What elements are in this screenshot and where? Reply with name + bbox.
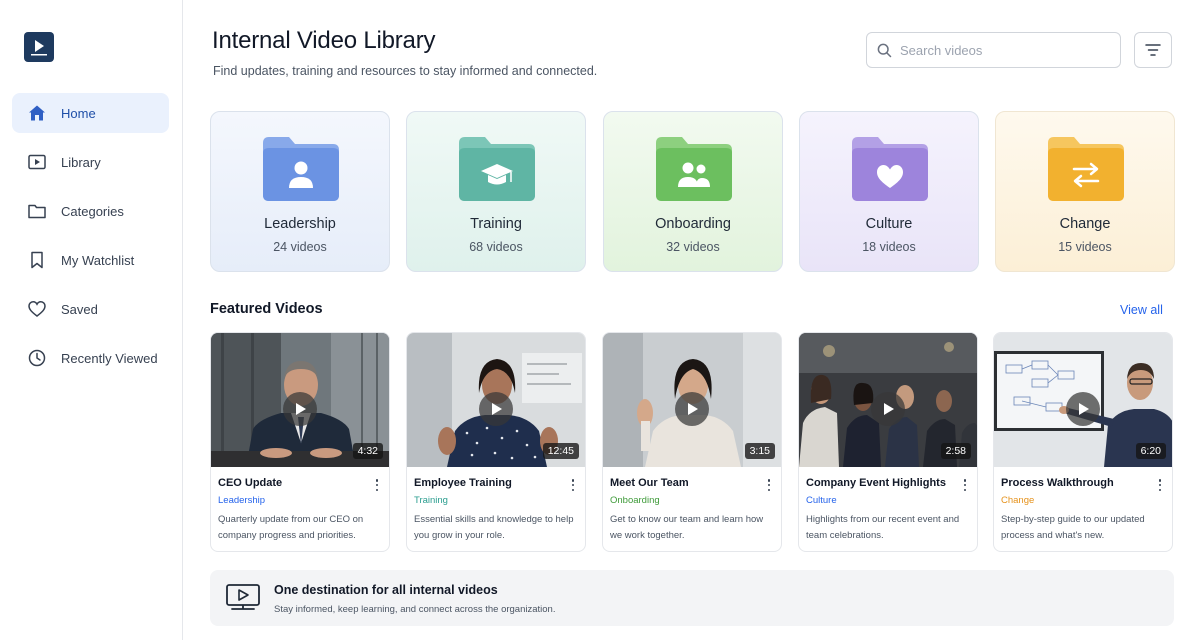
category-name: Onboarding [655, 216, 731, 232]
view-all-link[interactable]: View all [1120, 303, 1163, 317]
sidebar-item-saved[interactable]: Saved [12, 289, 169, 329]
sidebar-nav: Home Library Categories My Watchlist Sav… [12, 93, 169, 387]
video-card-ceo-update[interactable]: 4:32 CEO Update Leadership Quarterly upd… [210, 332, 390, 552]
video-duration: 4:32 [352, 443, 383, 459]
clock-icon [28, 349, 46, 367]
category-name: Leadership [264, 216, 336, 232]
category-count: 18 videos [862, 240, 916, 254]
video-category-tag: Culture [806, 495, 837, 506]
filter-button[interactable] [1134, 32, 1172, 68]
sidebar-item-label: Home [61, 105, 96, 121]
video-description: Highlights from our recent event and tea… [806, 514, 960, 541]
monitor-play-icon [226, 584, 260, 610]
play-square-icon [28, 153, 46, 171]
video-duration: 2:58 [940, 443, 971, 459]
home-icon [28, 104, 46, 122]
video-duration: 3:15 [744, 443, 775, 459]
sidebar-item-label: Saved [61, 301, 98, 317]
video-category-tag: Training [414, 495, 448, 506]
video-card-process-walkthrough[interactable]: 6:20 Process Walkthrough Change Step-by-… [993, 332, 1173, 552]
sidebar: Home Library Categories My Watchlist Sav… [0, 0, 183, 640]
video-card-employee-training[interactable]: 12:45 Employee Training Training Essenti… [406, 332, 586, 552]
more-options-icon[interactable] [372, 478, 382, 492]
video-title: Process Walkthrough [1001, 477, 1114, 489]
category-card-change[interactable]: Change 15 videos [995, 111, 1175, 272]
video-title: Employee Training [414, 477, 512, 489]
banner-title: One destination for all internal videos [274, 583, 498, 597]
play-icon [688, 403, 698, 415]
search-box[interactable] [866, 32, 1121, 68]
sidebar-item-recently-viewed[interactable]: Recently Viewed [12, 338, 169, 378]
info-banner: One destination for all internal videos … [210, 570, 1174, 626]
play-button[interactable] [675, 392, 709, 426]
featured-videos-heading: Featured Videos [210, 301, 323, 317]
category-name: Change [1059, 216, 1111, 232]
video-card-meet-our-team[interactable]: 3:15 Meet Our Team Onboarding Get to kno… [602, 332, 782, 552]
search-icon [877, 43, 892, 57]
page-title: Internal Video Library [212, 27, 436, 54]
play-icon [296, 403, 306, 415]
sidebar-item-label: My Watchlist [61, 252, 135, 268]
play-button[interactable] [283, 392, 317, 426]
play-icon [492, 403, 502, 415]
category-card-leadership[interactable]: Leadership 24 videos [210, 111, 390, 272]
video-description: Step-by-step guide to our updated proces… [1001, 514, 1145, 541]
category-card-onboarding[interactable]: Onboarding 32 videos [603, 111, 783, 272]
video-category-tag: Leadership [218, 495, 266, 506]
video-card-company-event-highlights[interactable]: 2:58 Company Event Highlights Culture Hi… [798, 332, 978, 552]
play-icon [884, 403, 894, 415]
video-title: Company Event Highlights [806, 477, 946, 489]
sidebar-item-my-watchlist[interactable]: My Watchlist [12, 240, 169, 280]
video-category-tag: Change [1001, 495, 1035, 506]
sidebar-item-home[interactable]: Home [12, 93, 169, 133]
video-title: Meet Our Team [610, 477, 689, 489]
video-description: Get to know our team and learn how we wo… [610, 514, 764, 541]
category-count: 32 videos [666, 240, 720, 254]
page-subtitle: Find updates, training and resources to … [213, 64, 598, 78]
arrows-swap-folder-icon [1048, 137, 1124, 201]
filter-icon [1145, 44, 1161, 56]
video-category-tag: Onboarding [610, 495, 660, 506]
more-options-icon[interactable] [960, 478, 970, 492]
video-title: CEO Update [218, 477, 283, 489]
category-name: Training [470, 216, 522, 232]
play-icon [1079, 403, 1089, 415]
play-button[interactable] [1066, 392, 1100, 426]
graduation-cap-folder-icon [459, 137, 535, 201]
more-options-icon[interactable] [1155, 478, 1165, 492]
video-description: Quarterly update from our CEO on company… [218, 514, 364, 541]
play-button[interactable] [871, 392, 905, 426]
category-count: 15 videos [1058, 240, 1112, 254]
sidebar-item-categories[interactable]: Categories [12, 191, 169, 231]
heart-folder-icon [852, 137, 928, 201]
sidebar-item-library[interactable]: Library [12, 142, 169, 182]
category-count: 68 videos [469, 240, 523, 254]
video-duration: 6:20 [1135, 443, 1166, 459]
category-count: 24 videos [273, 240, 327, 254]
person-folder-icon [263, 137, 339, 201]
more-options-icon[interactable] [764, 478, 774, 492]
heart-icon [28, 300, 46, 318]
category-name: Culture [865, 216, 913, 232]
video-description: Essential skills and knowledge to help y… [414, 514, 574, 541]
category-card-training[interactable]: Training 68 videos [406, 111, 586, 272]
people-folder-icon [656, 137, 732, 201]
banner-subtitle: Stay informed, keep learning, and connec… [274, 604, 556, 615]
category-card-culture[interactable]: Culture 18 videos [799, 111, 979, 272]
sidebar-item-label: Categories [61, 203, 124, 219]
more-options-icon[interactable] [568, 478, 578, 492]
folder-icon [28, 202, 46, 220]
video-duration: 12:45 [542, 443, 579, 459]
bookmark-icon [28, 251, 46, 269]
search-input[interactable] [900, 42, 1100, 58]
sidebar-item-label: Library [61, 154, 101, 170]
sidebar-item-label: Recently Viewed [61, 350, 158, 366]
play-video-logo-icon [31, 40, 47, 56]
app-logo[interactable] [24, 32, 54, 62]
play-button[interactable] [479, 392, 513, 426]
